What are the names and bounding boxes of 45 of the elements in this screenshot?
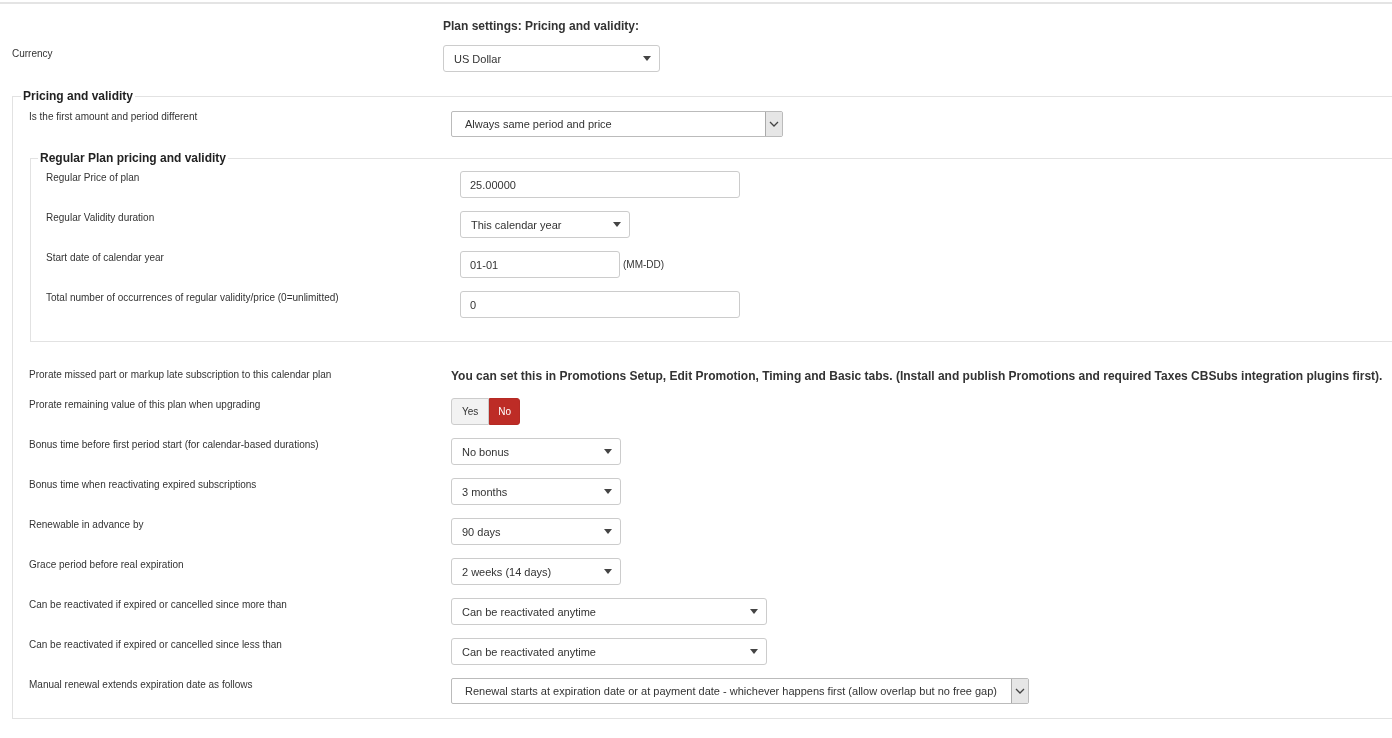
caret-icon — [604, 489, 612, 494]
fieldset-legend: Regular Plan pricing and validity — [38, 151, 229, 165]
caret-icon — [604, 449, 612, 454]
select-field[interactable]: 90 days — [451, 518, 621, 545]
field-label: Regular Price of plan — [45, 171, 141, 183]
field-label: Total number of occurrences of regular validity/price (0=unlimitted) — [45, 291, 340, 303]
chevron-down-icon — [769, 121, 779, 127]
field-label: Renewable in advance by — [28, 518, 145, 530]
select-field[interactable]: Always same period and price — [451, 111, 783, 137]
field-label: Currency — [11, 47, 54, 59]
select-field[interactable]: Can be reactivated anytime — [451, 598, 767, 625]
field-label: Start date of calendar year — [45, 251, 165, 263]
fieldset-legend: Pricing and validity — [21, 89, 136, 103]
toggle-option[interactable]: No — [489, 398, 521, 425]
select-field[interactable]: No bonus — [451, 438, 621, 465]
field-label: Bonus time before first period start (for calendar-based durations) — [28, 438, 320, 450]
format-hint: (MM-DD) — [623, 259, 665, 270]
select-field[interactable]: US Dollar — [443, 45, 660, 72]
caret-icon — [604, 529, 612, 534]
field-label: Prorate remaining value of this plan when upgrading — [28, 398, 262, 410]
caret-icon — [613, 222, 621, 227]
select-field[interactable]: 3 months — [451, 478, 621, 505]
caret-icon — [750, 609, 758, 614]
section-heading: Plan settings: Pricing and validity: — [442, 18, 641, 35]
caret-icon — [643, 56, 651, 61]
select-field[interactable]: Renewal starts at expiration date or at payment date - whichever happens first (allow overlap but no free gap) — [451, 678, 1029, 704]
field-label: Is the first amount and period different — [28, 111, 199, 122]
caret-icon — [604, 569, 612, 574]
chevron-down-icon — [1014, 688, 1025, 694]
info-note: You can set this in Promotions Setup, Edit Promotion, Timing and Basic tabs. (Install and publish Promotions and required Taxes CBSubs integration plugins first). — [451, 368, 1384, 383]
field-label: Grace period before real expiration — [28, 558, 185, 570]
select-field[interactable]: Can be reactivated anytime — [451, 638, 767, 665]
input-field[interactable]: 01-01 — [460, 251, 620, 278]
field-label: Prorate missed part or markup late subscription to this calendar plan — [28, 368, 333, 380]
select-field[interactable]: This calendar year — [460, 211, 630, 238]
field-label: Regular Validity duration — [45, 211, 156, 223]
field-label: Bonus time when reactivating expired subscriptions — [28, 478, 258, 490]
caret-icon — [750, 649, 758, 654]
field-label: Can be reactivated if expired or cancelled since less than — [28, 638, 283, 650]
toggle-option[interactable]: Yes — [451, 398, 490, 425]
select-field[interactable]: 2 weeks (14 days) — [451, 558, 621, 585]
input-field[interactable]: 25.00000 — [460, 171, 740, 198]
field-label: Can be reactivated if expired or cancelled since more than — [28, 598, 288, 610]
input-field[interactable]: 0 — [460, 291, 740, 318]
field-label: Manual renewal extends expiration date as follows — [28, 678, 254, 690]
